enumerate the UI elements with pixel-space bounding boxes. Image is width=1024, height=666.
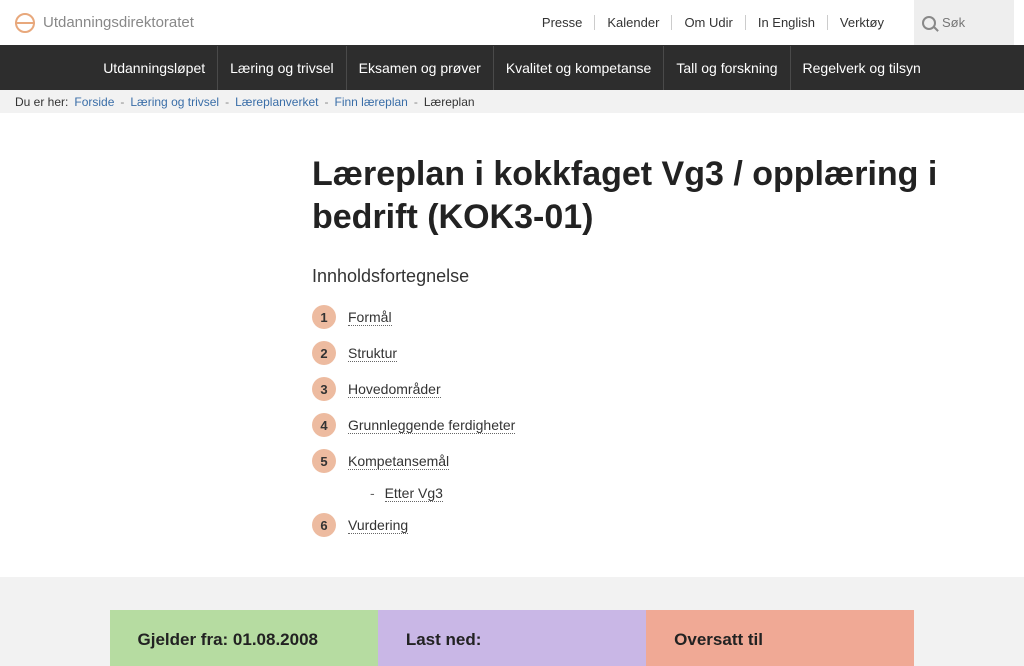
main-nav: Utdanningsløpet Læring og trivsel Eksame…	[0, 45, 1024, 90]
top-header: Utdanningsdirektoratet Presse Kalender O…	[0, 0, 1024, 45]
toc-link-struktur[interactable]: Struktur	[348, 345, 397, 362]
toc-number: 6	[312, 513, 336, 537]
toc-link-vurdering[interactable]: Vurdering	[348, 517, 408, 534]
top-utility-links: Presse Kalender Om Udir In English Verkt…	[530, 15, 896, 30]
breadcrumb-sep: -	[414, 95, 418, 109]
toc-heading: Innholdsfortegnelse	[312, 266, 982, 287]
nav-eksamen-og-prover[interactable]: Eksamen og prøver	[347, 46, 494, 90]
toc-item-vurdering: 6 Vurdering	[312, 513, 982, 537]
breadcrumb-label: Du er her:	[15, 95, 68, 109]
toc-list: 1 Formål 2 Struktur 3 Hovedområder 4 Gru…	[312, 305, 982, 537]
nav-regelverk-og-tilsyn[interactable]: Regelverk og tilsyn	[791, 46, 933, 90]
toc-number: 5	[312, 449, 336, 473]
info-section: Gjelder fra: 01.08.2008 Last ned: Oversa…	[0, 577, 1024, 666]
breadcrumb-forside[interactable]: Forside	[74, 95, 114, 109]
nav-utdanningslopet[interactable]: Utdanningsløpet	[91, 46, 218, 90]
info-bar: Gjelder fra: 01.08.2008 Last ned: Oversa…	[110, 610, 915, 666]
info-download[interactable]: Last ned:	[378, 610, 646, 666]
search-input[interactable]	[942, 15, 1002, 30]
logo-text: Utdanningsdirektoratet	[43, 14, 194, 31]
toc-number: 1	[312, 305, 336, 329]
nav-laering-og-trivsel[interactable]: Læring og trivsel	[218, 46, 347, 90]
toc-link-formal[interactable]: Formål	[348, 309, 392, 326]
info-translated[interactable]: Oversatt til	[646, 610, 914, 666]
breadcrumb-sep: -	[324, 95, 328, 109]
toc-link-grunnleggende[interactable]: Grunnleggende ferdigheter	[348, 417, 515, 434]
breadcrumb-laereplanverket[interactable]: Læreplanverket	[235, 95, 318, 109]
toc-number: 2	[312, 341, 336, 365]
toc-number: 4	[312, 413, 336, 437]
toc-item-formal: 1 Formål	[312, 305, 982, 329]
toc-item-kompetansemal: 5 Kompetansemål	[312, 449, 982, 473]
top-link-verktoy[interactable]: Verktøy	[828, 15, 896, 30]
top-link-in-english[interactable]: In English	[746, 15, 828, 30]
breadcrumb-finn-laereplan[interactable]: Finn læreplan	[334, 95, 407, 109]
top-link-kalender[interactable]: Kalender	[595, 15, 672, 30]
toc-item-hovedomrader: 3 Hovedområder	[312, 377, 982, 401]
toc-sublink-etter-vg3[interactable]: Etter Vg3	[385, 485, 443, 502]
breadcrumb-current: Læreplan	[424, 95, 475, 109]
page-title: Læreplan i kokkfaget Vg3 / opplæring i b…	[312, 153, 982, 238]
toc-item-grunnleggende: 4 Grunnleggende ferdigheter	[312, 413, 982, 437]
breadcrumb-sep: -	[120, 95, 124, 109]
site-logo[interactable]: Utdanningsdirektoratet	[15, 13, 194, 33]
main-content: Læreplan i kokkfaget Vg3 / opplæring i b…	[312, 153, 982, 537]
toc-link-hovedomrader[interactable]: Hovedområder	[348, 381, 441, 398]
breadcrumb-laering-og-trivsel[interactable]: Læring og trivsel	[130, 95, 219, 109]
nav-kvalitet-og-kompetanse[interactable]: Kvalitet og kompetanse	[494, 46, 665, 90]
toc-link-kompetansemal[interactable]: Kompetansemål	[348, 453, 449, 470]
search-box[interactable]	[914, 0, 1014, 45]
info-valid-from: Gjelder fra: 01.08.2008	[110, 610, 378, 666]
logo-icon	[15, 13, 35, 33]
top-link-presse[interactable]: Presse	[530, 15, 595, 30]
bullet-icon: -	[370, 485, 375, 501]
top-link-om-udir[interactable]: Om Udir	[672, 15, 745, 30]
toc-item-struktur: 2 Struktur	[312, 341, 982, 365]
breadcrumb: Du er her: Forside - Læring og trivsel -…	[0, 90, 1024, 113]
search-icon	[922, 16, 936, 30]
toc-subitem-etter-vg3: - Etter Vg3	[370, 485, 982, 501]
nav-tall-og-forskning[interactable]: Tall og forskning	[664, 46, 790, 90]
toc-number: 3	[312, 377, 336, 401]
breadcrumb-sep: -	[225, 95, 229, 109]
